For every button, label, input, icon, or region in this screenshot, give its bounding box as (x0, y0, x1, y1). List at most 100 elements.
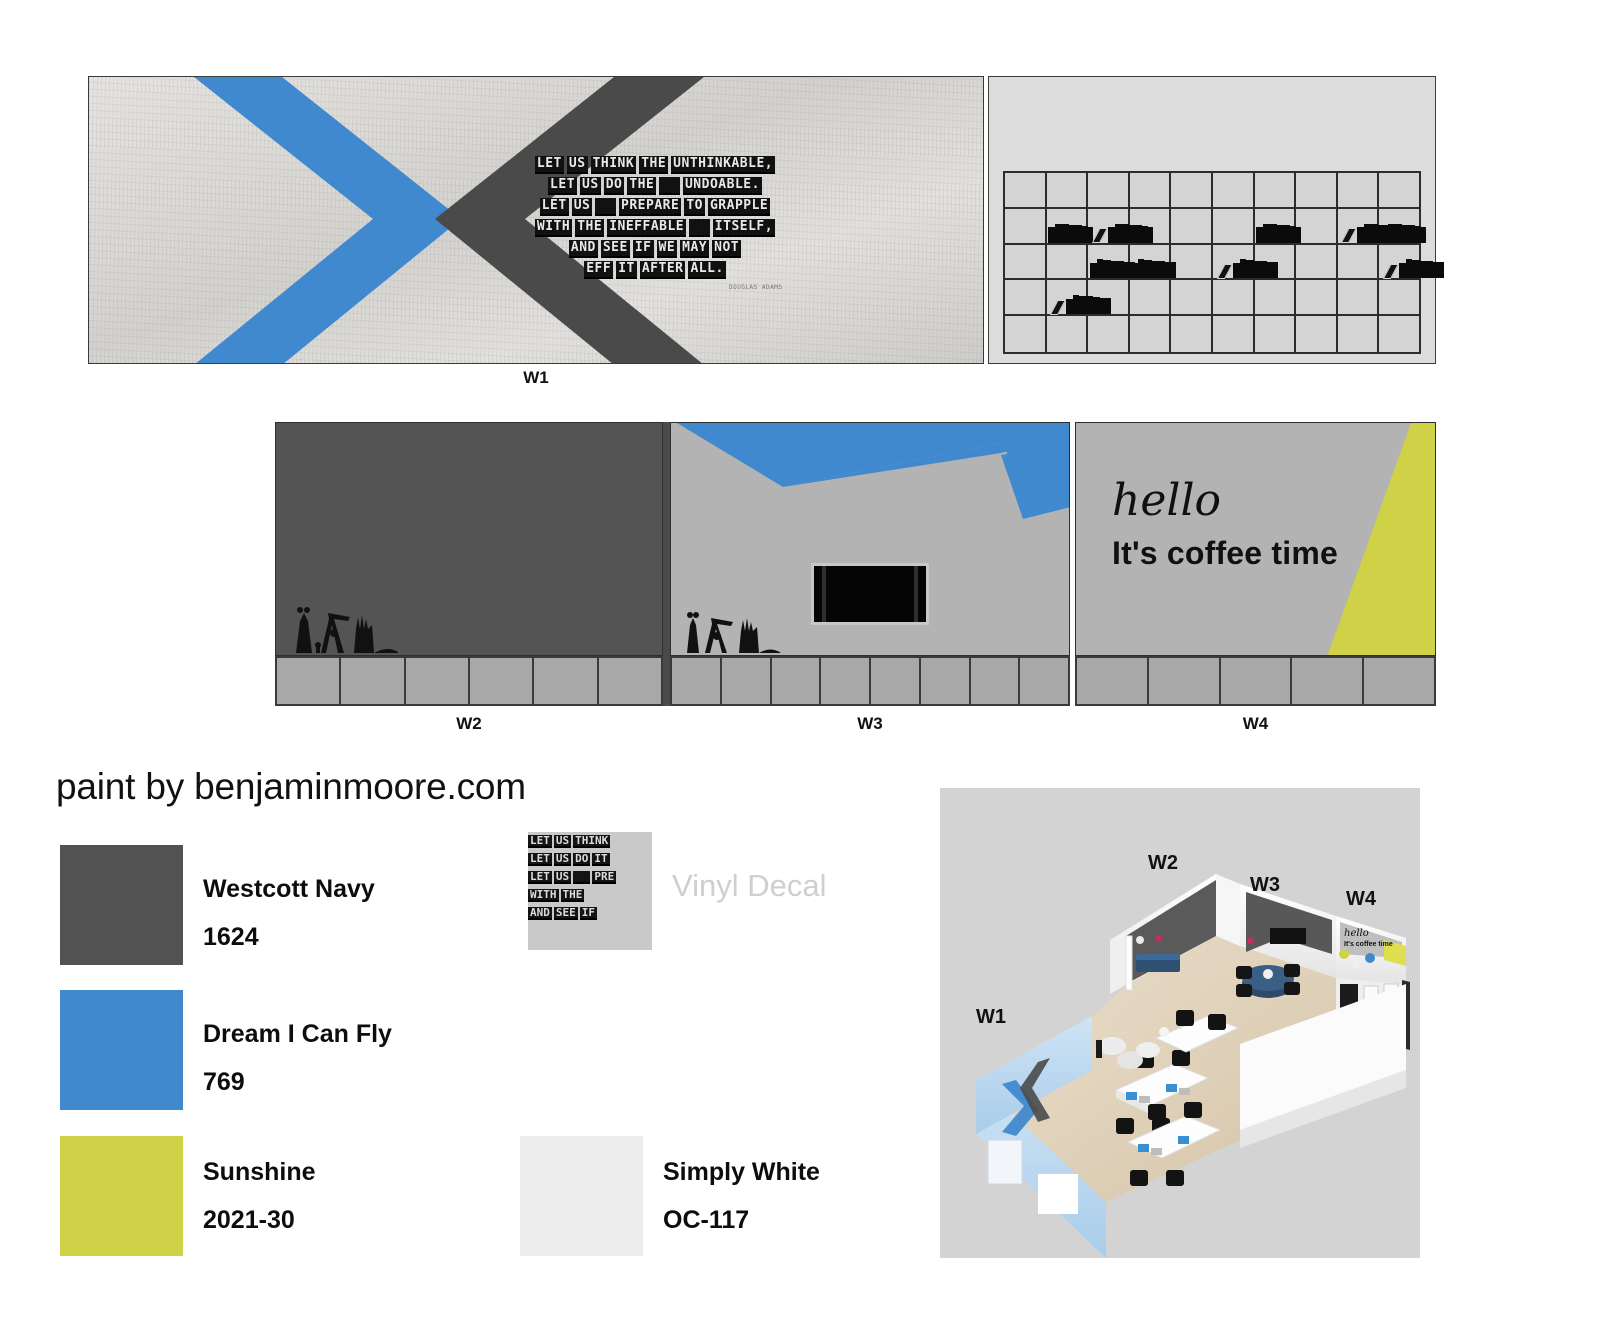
bookshelf-cell (1379, 245, 1444, 279)
w1-wall-quote: LET US THINK THE UNTHINKABLE, LET US DO THE UNDO… (504, 155, 809, 281)
paint-swatch-dream-i-can-fly: Dream I Can Fly 769 (60, 990, 500, 1110)
book (1245, 259, 1254, 279)
book (1116, 261, 1124, 279)
book (1370, 224, 1379, 243)
bookshelf-cell (1088, 316, 1130, 352)
book (1144, 259, 1153, 279)
w3-wall-monitor (811, 563, 929, 625)
w3-desk-accessories-silhouette (687, 612, 781, 653)
w2-wall-edge (663, 422, 670, 706)
elevation-row: W2 W3 hello It's coffee time W4 (275, 422, 1436, 733)
bookshelf-cell (1005, 244, 1047, 279)
counter-cabinet (599, 658, 661, 704)
swatch-name: Simply White (663, 1158, 820, 1186)
bookshelf-cell (1005, 280, 1047, 315)
quote-word: THINK (590, 156, 637, 174)
bookshelf-cell (1296, 208, 1338, 243)
counter-cabinet (406, 658, 470, 704)
bookshelf-cell (1255, 316, 1297, 352)
w4-elevation: hello It's coffee time W4 (1075, 422, 1436, 733)
quote-line: WITH THE INEFFABLE ITSELF, (504, 218, 809, 237)
bookshelf-cell (1379, 280, 1419, 314)
book-stack (1381, 257, 1444, 279)
bookshelf-row (1005, 173, 1419, 209)
decal-preview-word: PRE (592, 870, 617, 884)
bookshelf-cell (1213, 316, 1255, 352)
swatch-color-chip (520, 1136, 643, 1256)
swatch-color-chip (60, 990, 183, 1110)
vinyl-decal-label: Vinyl Decal (672, 868, 827, 903)
w1-right-wall-panel (988, 76, 1444, 364)
w1-quote-attribution: DOUGLAS ADAMS (729, 284, 783, 291)
quote-word: WE (656, 240, 678, 258)
svg-text:It's coffee time: It's coffee time (1344, 941, 1393, 948)
quote-word: UNDOABLE. (682, 177, 762, 195)
tilted-book (1341, 227, 1358, 243)
tilted-book (1382, 263, 1399, 279)
quote-word: ALL. (688, 261, 726, 279)
book (1283, 225, 1291, 243)
decal-preview-word: IF (579, 906, 597, 920)
quote-line: EFF IT AFTER ALL. (504, 260, 809, 279)
bookshelf-cell (1379, 316, 1419, 352)
book (1407, 225, 1415, 243)
quote-word: MAY (680, 240, 710, 258)
bookshelf-row (1005, 208, 1426, 245)
w4-coffee-time-decal: It's coffee time (1112, 535, 1338, 571)
bookshelf-cell (1171, 316, 1213, 352)
tilted-book (1091, 227, 1108, 243)
bookshelf-cell (1047, 280, 1112, 315)
floorplan-label-w1: W1 (976, 1006, 1006, 1028)
quote-word: IF (632, 240, 654, 258)
bookshelf-grid (1003, 171, 1444, 354)
w3-counter-cabinets (670, 656, 1070, 706)
counter-cabinet (534, 658, 599, 704)
decal-preview-word: THINK (573, 834, 611, 848)
bookshelf-cell (1171, 244, 1213, 279)
floorplan-label-w3: W3 (1250, 874, 1280, 896)
book (1232, 262, 1240, 279)
bookshelf-cell (1338, 244, 1380, 279)
decal-preview-line: LET US THINK (528, 832, 652, 848)
book (1079, 295, 1088, 315)
paint-legend-title: paint by benjaminmoore.com (56, 766, 526, 807)
swatch-name: Dream I Can Fly (203, 1020, 392, 1048)
book-stack (1380, 222, 1426, 243)
w3-elevation: W3 (670, 422, 1070, 733)
book (1158, 261, 1166, 279)
decal-preview-line: LET US PRE (528, 868, 652, 884)
book (1380, 227, 1388, 243)
swatch-code: OC-117 (663, 1206, 750, 1234)
bookshelf-cell (1130, 244, 1177, 279)
decal-preview-word: THE (560, 888, 585, 902)
bookshelf-cell (1338, 208, 1403, 243)
book (1120, 224, 1129, 243)
counter-cabinet (1221, 658, 1293, 704)
bookshelf-cell (1338, 316, 1380, 352)
floorplan-label-w4: W4 (1346, 888, 1376, 910)
svg-text:hello: hello (1344, 928, 1369, 939)
w2-desk-accessories-silhouette (296, 607, 398, 653)
bookshelf-row (1005, 244, 1444, 281)
book (1066, 298, 1074, 315)
quote-word: EFF (584, 261, 614, 279)
vinyl-decal-preview: LET US THINK LET US DO IT LET US PRE WITH THE AND SE… (528, 832, 652, 950)
book (1420, 226, 1426, 243)
decal-preview-word (573, 871, 591, 884)
counter-cabinet (277, 658, 342, 704)
quote-word: US (580, 177, 601, 195)
counter-cabinet (772, 658, 822, 704)
counter-cabinet (722, 658, 772, 704)
swatch-code: 769 (203, 1068, 245, 1096)
w3-wall-panel (670, 422, 1070, 656)
counter-cabinet (871, 658, 921, 704)
decal-preview-word: SEE (553, 906, 578, 920)
counter-cabinet (1292, 658, 1365, 704)
bookshelf-cell (1255, 208, 1302, 243)
bookshelf-cell (1047, 173, 1089, 207)
w3-elevation-label: W3 (857, 714, 883, 733)
book (1089, 262, 1097, 279)
bookshelf-cell (1005, 173, 1047, 207)
quote-word (595, 198, 617, 216)
swatch-color-chip (60, 1136, 183, 1256)
